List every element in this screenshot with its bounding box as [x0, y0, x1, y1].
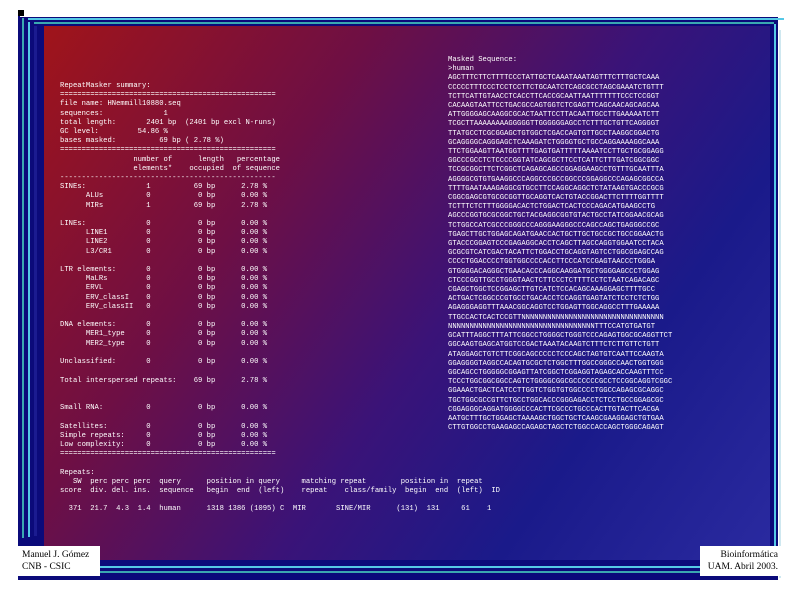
- decor-line-top-white: [20, 14, 780, 17]
- course-name: Bioinformática: [720, 550, 778, 560]
- slide-content: RepeatMasker summary: ==================…: [44, 26, 770, 560]
- author-name: Manuel J. Gómez: [22, 550, 90, 560]
- course-label: Bioinformática UAM. Abril 2003.: [700, 546, 784, 576]
- masked-sequence: Masked Sequence: >human AGCTTTCTTCTTTTCC…: [448, 56, 673, 433]
- decor-line-bottom-teal: [40, 571, 776, 573]
- decor-line-left-cyan: [28, 22, 30, 537]
- decor-line-bottom-cyan: [40, 566, 772, 568]
- course-date: UAM. Abril 2003.: [707, 562, 778, 572]
- repeatmasker-summary: RepeatMasker summary: ==================…: [60, 82, 500, 514]
- decor-line-top-teal: [34, 22, 774, 24]
- decor-line-left-dark: [34, 26, 37, 536]
- decor-line-right-white: [779, 30, 781, 578]
- decor-line-left-teal: [22, 18, 24, 538]
- decor-line-top-cyan: [28, 18, 784, 20]
- decor-corner-mark: [18, 10, 24, 16]
- author-affiliation: CNB - CSIC: [22, 562, 71, 572]
- decor-line-right-cyan: [774, 24, 776, 576]
- author-label: Manuel J. Gómez CNB - CSIC: [16, 546, 100, 576]
